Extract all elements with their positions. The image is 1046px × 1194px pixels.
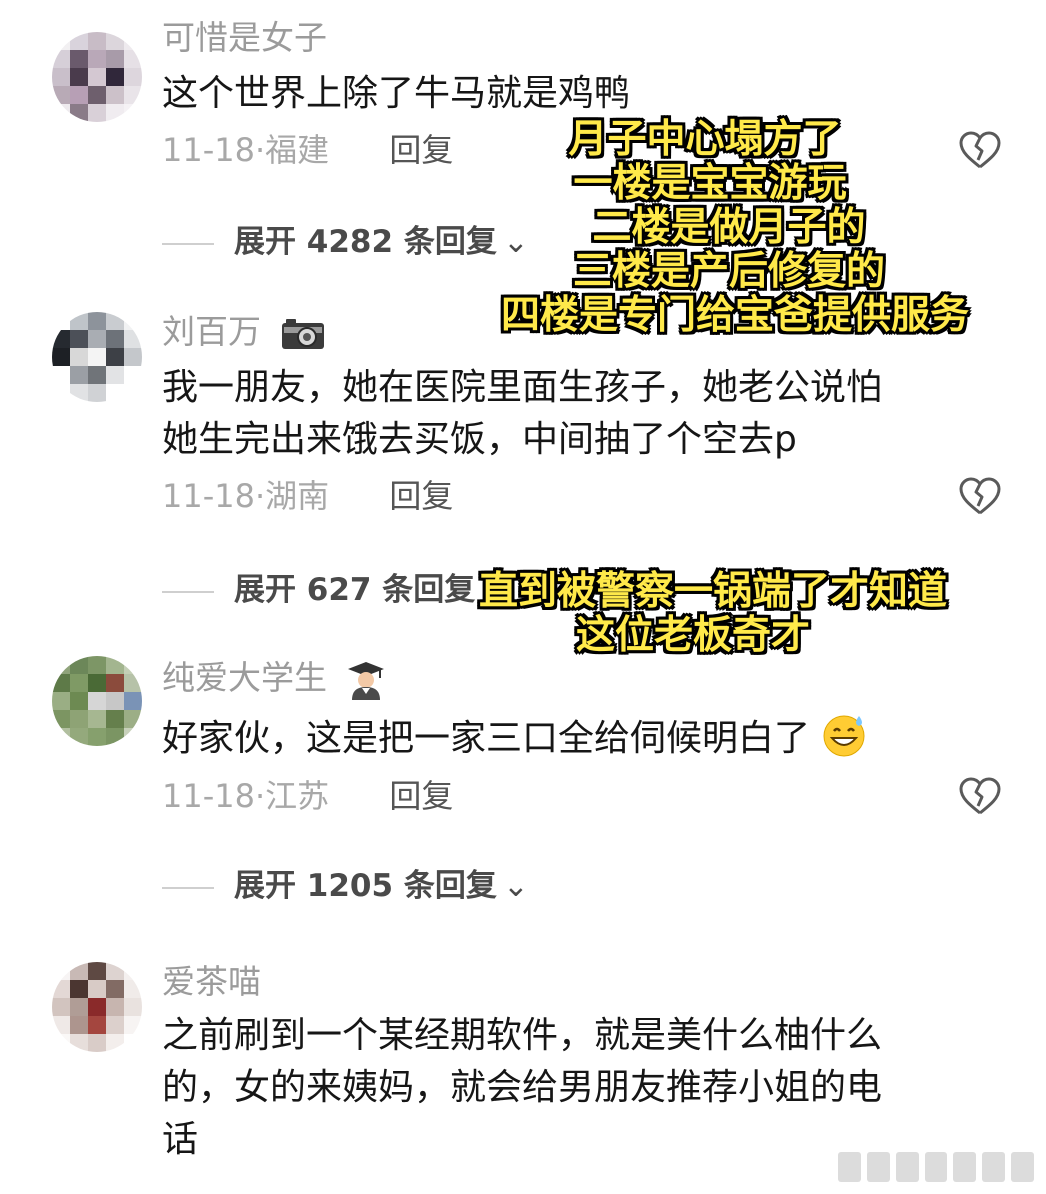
avatar[interactable] xyxy=(52,656,142,746)
comment-text: 好家伙，这是把一家三口全给伺候明白了 xyxy=(162,712,992,765)
comment-location: 福建 xyxy=(265,131,330,169)
expand-replies-button[interactable]: 展开 1205 条回复 ⌄ xyxy=(162,866,529,906)
comment-text: 这个世界上除了牛马就是鸡鸭 xyxy=(162,73,631,114)
avatar[interactable] xyxy=(52,32,142,122)
username[interactable]: 可惜是女子 xyxy=(162,18,327,58)
comment-location: 湖南 xyxy=(265,477,330,515)
comment-location: 江苏 xyxy=(265,777,330,815)
comment-date: 11-18 xyxy=(162,131,255,169)
comment-text: 之前刷到一个某经期软件，就是美什么柚什么 的，女的来姨妈，就会给男朋友推荐小姐的… xyxy=(162,1015,883,1160)
broken-heart-icon[interactable] xyxy=(958,476,1002,516)
overlay-caption-bottom: 直到被警察一锅端了才知道 这位老板奇才 xyxy=(478,569,947,658)
username[interactable]: 纯爱大学生 xyxy=(162,658,386,700)
watermark xyxy=(838,1152,1035,1182)
overlay-caption-top: 月子中心塌方了 一楼是宝宝游玩 二楼是做月子的 三楼是产后修复的 四楼是专门给宝… xyxy=(500,117,969,338)
sweat-smile-emoji-icon xyxy=(823,715,865,757)
avatar[interactable] xyxy=(52,312,142,402)
chevron-down-icon: ⌄ xyxy=(502,868,529,904)
reply-button[interactable]: 回复 xyxy=(389,777,453,815)
reply-button[interactable]: 回复 xyxy=(389,477,453,515)
username[interactable]: 爱茶喵 xyxy=(162,962,261,1002)
graduate-emoji-icon xyxy=(347,661,384,700)
comment-date: 11-18 xyxy=(162,477,255,515)
comment-date: 11-18 xyxy=(162,777,255,815)
expand-label: 展开 1205 条回复 xyxy=(234,868,497,904)
expand-label: 展开 627 条回复 xyxy=(234,572,476,608)
comment-meta: 11-18·江苏 回复 xyxy=(162,777,454,815)
username[interactable]: 刘百万 xyxy=(162,312,326,352)
camera-icon xyxy=(281,318,324,349)
avatar[interactable] xyxy=(52,962,142,1052)
broken-heart-icon[interactable] xyxy=(958,776,1002,816)
comment-meta: 11-18·湖南 回复 xyxy=(162,477,454,515)
comment-text: 我一朋友，她在医院里面生孩子，她老公说怕 她生完出来饿去买饭，中间抽了个空去p xyxy=(162,367,883,460)
